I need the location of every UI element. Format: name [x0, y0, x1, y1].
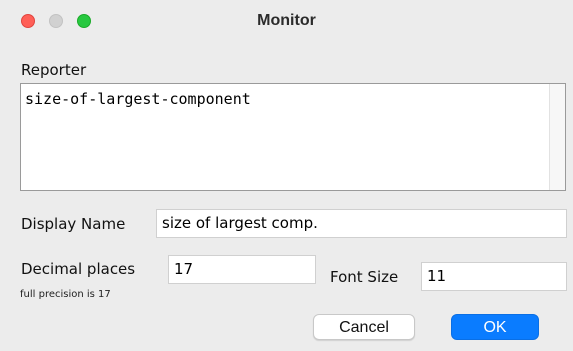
reporter-textarea[interactable]: size-of-largest-component	[20, 83, 566, 191]
ok-button[interactable]: OK	[451, 314, 539, 340]
font-size-label: Font Size	[330, 268, 399, 286]
font-size-field[interactable]: 11	[421, 262, 567, 291]
reporter-label: Reporter	[21, 61, 87, 79]
precision-hint: full precision is 17	[20, 289, 111, 300]
cancel-button[interactable]: Cancel	[313, 314, 415, 340]
display-name-label: Display Name	[21, 215, 126, 233]
display-name-field[interactable]: size of largest comp.	[156, 209, 567, 238]
window-title: Monitor	[257, 12, 316, 29]
title-bar: Monitor	[0, 0, 573, 44]
reporter-text: size-of-largest-component	[25, 90, 251, 108]
decimal-places-field[interactable]: 17	[168, 255, 316, 284]
reporter-scrollbar[interactable]	[549, 84, 565, 190]
decimal-places-label: Decimal places	[21, 260, 136, 278]
